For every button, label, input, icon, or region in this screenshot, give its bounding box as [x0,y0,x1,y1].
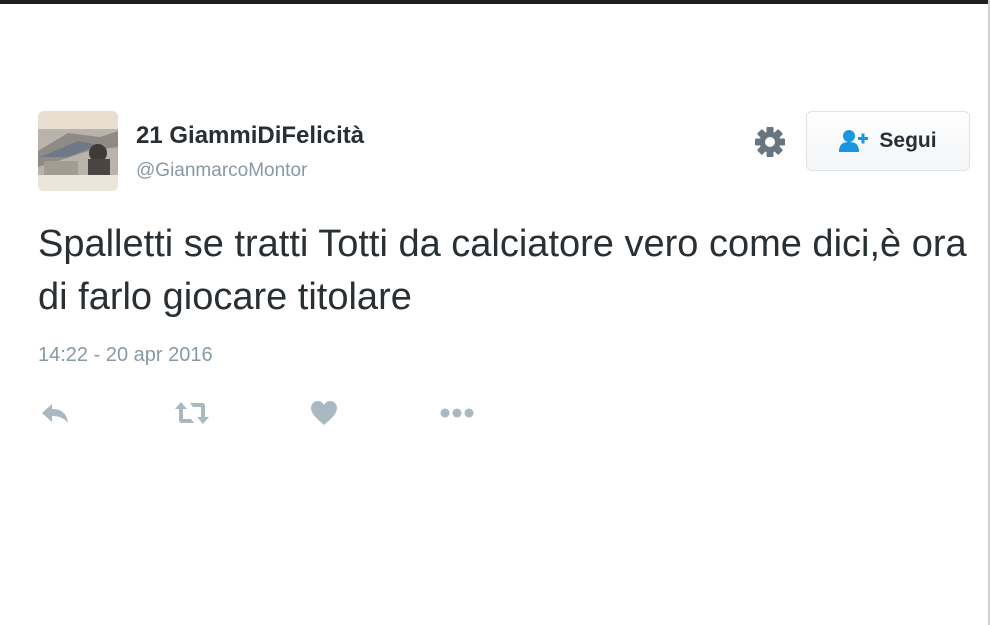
like-button[interactable] [310,398,338,428]
username[interactable]: @GianmarcoMontor [136,160,307,182]
avatar-image [38,111,118,191]
top-border [0,0,990,4]
retweet-icon [175,402,209,424]
follow-label: Segui [879,129,937,152]
avatar[interactable] [38,111,118,191]
more-dots-icon [440,408,474,418]
follow-button[interactable]: Segui [806,111,970,171]
person-add-icon [839,128,869,154]
display-name[interactable]: 21 GiammiDiFelicità [136,122,364,150]
gear-icon[interactable] [752,124,788,160]
tweet-text: Spalletti se tratti Totti da calciatore … [38,223,967,318]
heart-icon [311,401,337,425]
more-button[interactable] [440,398,474,428]
timestamp[interactable]: 14:22 - 20 apr 2016 [38,344,213,367]
reply-icon [42,404,68,423]
retweet-button[interactable] [174,398,210,428]
reply-button[interactable] [40,398,70,428]
